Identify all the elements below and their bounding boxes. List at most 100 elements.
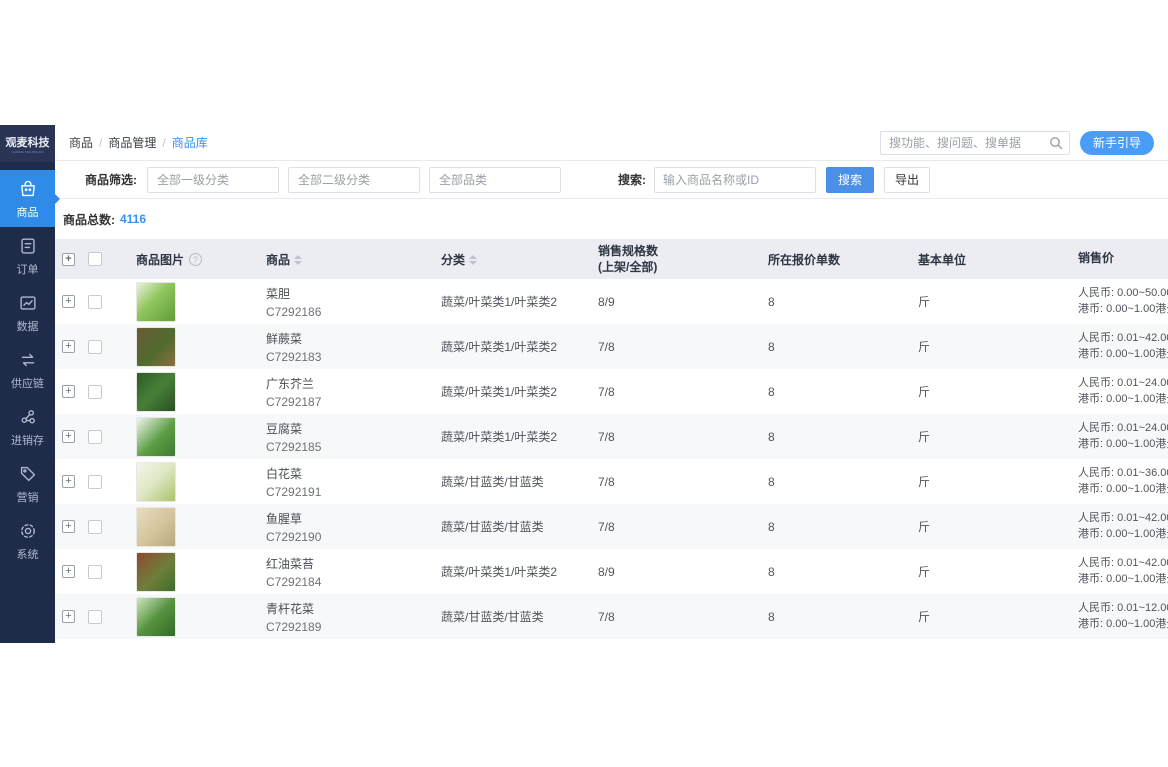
row-checkbox[interactable] <box>88 564 102 579</box>
keyword-search-input[interactable] <box>654 166 816 193</box>
sidebar-item-label: 进销存 <box>11 435 44 447</box>
product-category: 蔬菜/叶菜类1/叶菜类2 <box>441 430 558 444</box>
sidebar-item-label: 营销 <box>16 492 39 504</box>
spec-count: 7/8 <box>598 429 615 444</box>
sidebar-item-system[interactable]: 系统 <box>0 512 55 569</box>
header-specs-line1: 销售规格数 <box>598 243 659 258</box>
product-category: 蔬菜/甘蓝类/甘蓝类 <box>441 520 544 534</box>
logo: 观麦科技 GUANMAI TECHNOLOGY <box>0 125 55 162</box>
base-unit: 斤 <box>918 340 931 354</box>
category-level1-select[interactable]: 全部一级分类 <box>147 166 279 193</box>
product-name: 菜胆 <box>266 286 291 301</box>
sidebar-item-marketing[interactable]: 营销 <box>0 455 55 512</box>
sidebar-item-products[interactable]: 商品 <box>0 170 60 227</box>
header-product[interactable]: 商品 <box>266 253 290 267</box>
expand-row-icon[interactable]: + <box>62 385 75 398</box>
sidebar-item-inventory[interactable]: 进销存 <box>0 398 55 455</box>
sidebar-item-orders[interactable]: 订单 <box>0 227 55 284</box>
sidebar-item-data[interactable]: 数据 <box>0 284 55 341</box>
swap-arrows-icon <box>17 349 39 376</box>
table-body: + 菜胆 C7292186 蔬菜/叶菜类1/叶菜类2 8/9 8 斤 人民币: 0… <box>55 279 1168 639</box>
price-hkd: 港币: 0.00~1.00港元 <box>1078 572 1168 585</box>
category-type-select[interactable]: 全部品类 <box>429 166 561 193</box>
expand-row-icon[interactable]: + <box>62 565 75 578</box>
header-category[interactable]: 分类 <box>441 253 465 267</box>
product-image[interactable] <box>136 506 176 547</box>
breadcrumb-product-management[interactable]: 商品管理 <box>108 134 156 151</box>
share-nodes-icon <box>17 406 39 433</box>
product-image[interactable] <box>136 551 176 592</box>
product-image[interactable] <box>136 281 176 322</box>
base-unit: 斤 <box>918 430 931 444</box>
filter-bar: 商品筛选: 全部一级分类 全部二级分类 全部品类 搜索: 搜索 导出 <box>55 161 1168 199</box>
price-cny: 人民币: 0.01~24.00元 <box>1078 376 1168 389</box>
breadcrumb-product-library: 商品库 <box>171 136 208 150</box>
row-checkbox[interactable] <box>88 294 102 309</box>
price-hkd: 港币: 0.00~1.00港元 <box>1078 617 1168 630</box>
price-hkd: 港币: 0.00~1.00港元 <box>1078 347 1168 360</box>
price-hkd: 港币: 0.00~1.00港元 <box>1078 482 1168 495</box>
expand-all-icon[interactable]: + <box>62 252 75 266</box>
product-category: 蔬菜/叶菜类1/叶菜类2 <box>441 295 558 309</box>
row-checkbox[interactable] <box>88 519 102 534</box>
search-icon[interactable] <box>1048 135 1064 151</box>
product-image[interactable] <box>136 326 176 367</box>
row-checkbox[interactable] <box>88 384 102 399</box>
global-search-input[interactable] <box>879 130 1070 155</box>
header-specs-line2: (上架/全部) <box>598 260 658 274</box>
keyword-search-label: 搜索: <box>618 173 646 187</box>
category-level2-select[interactable]: 全部二级分类 <box>288 166 420 193</box>
table-row: + 白花菜 C7292191 蔬菜/甘蓝类/甘蓝类 7/8 8 斤 人民币: 0.… <box>55 459 1168 504</box>
help-icon[interactable]: ? <box>189 252 203 266</box>
product-code: C7292184 <box>266 574 322 589</box>
base-unit: 斤 <box>918 565 931 579</box>
breadcrumb-products[interactable]: 商品 <box>69 134 93 151</box>
table-row: + 菜胆 C7292186 蔬菜/叶菜类1/叶菜类2 8/9 8 斤 人民币: 0… <box>55 279 1168 324</box>
main-content: 商品 / 商品管理 / 商品库 新手引导 商品筛选: 全部一级分类 全部二级分类… <box>55 125 1168 643</box>
quote-count: 8 <box>768 429 775 444</box>
product-name: 青杆花菜 <box>266 601 315 616</box>
row-checkbox[interactable] <box>88 339 102 354</box>
row-checkbox[interactable] <box>88 429 102 444</box>
expand-row-icon[interactable]: + <box>62 475 75 488</box>
product-image[interactable] <box>136 461 176 502</box>
sort-icon[interactable] <box>294 255 303 266</box>
quote-count: 8 <box>768 384 775 399</box>
export-button[interactable]: 导出 <box>884 166 931 193</box>
order-doc-icon <box>17 235 39 262</box>
spec-count: 8/9 <box>598 564 615 579</box>
expand-row-icon[interactable]: + <box>62 340 75 353</box>
product-category: 蔬菜/叶菜类1/叶菜类2 <box>441 340 558 354</box>
quote-count: 8 <box>768 519 775 534</box>
spec-count: 7/8 <box>598 519 615 534</box>
price-cny: 人民币: 0.01~42.00元 <box>1078 556 1168 569</box>
select-value: 全部一级分类 <box>157 173 230 187</box>
spec-count: 7/8 <box>598 384 615 399</box>
sidebar-item-label: 商品 <box>16 207 39 219</box>
product-image[interactable] <box>136 596 176 637</box>
select-all-checkbox[interactable] <box>88 252 102 266</box>
base-unit: 斤 <box>918 610 931 624</box>
total-count-label: 商品总数: <box>63 212 115 227</box>
tag-icon <box>17 463 39 490</box>
expand-row-icon[interactable]: + <box>62 610 75 623</box>
price-cny: 人民币: 0.01~42.00元 <box>1078 511 1168 524</box>
search-button[interactable]: 搜索 <box>826 166 875 193</box>
table-row: + 红油菜苔 C7292184 蔬菜/叶菜类1/叶菜类2 8/9 8 斤 人民币:… <box>55 549 1168 594</box>
sort-icon[interactable] <box>469 255 478 266</box>
expand-row-icon[interactable]: + <box>62 520 75 533</box>
product-image[interactable] <box>136 371 176 412</box>
summary-bar: 商品总数: 4116 <box>55 199 1168 239</box>
expand-row-icon[interactable]: + <box>62 430 75 443</box>
sidebar-item-supply-chain[interactable]: 供应链 <box>0 341 55 398</box>
row-checkbox[interactable] <box>88 474 102 489</box>
price-cny: 人民币: 0.01~24.00元 <box>1078 421 1168 434</box>
sidebar-item-label: 供应链 <box>11 378 44 390</box>
product-image[interactable] <box>136 416 176 457</box>
row-checkbox[interactable] <box>88 609 102 624</box>
product-code: C7292187 <box>266 394 322 409</box>
breadcrumb-separator: / <box>162 135 166 150</box>
expand-row-icon[interactable]: + <box>62 295 75 308</box>
beginner-guide-button[interactable]: 新手引导 <box>1079 130 1154 155</box>
app-window: 观麦科技 GUANMAI TECHNOLOGY 商品 订单 数据 供应链 进销存… <box>0 125 1168 643</box>
